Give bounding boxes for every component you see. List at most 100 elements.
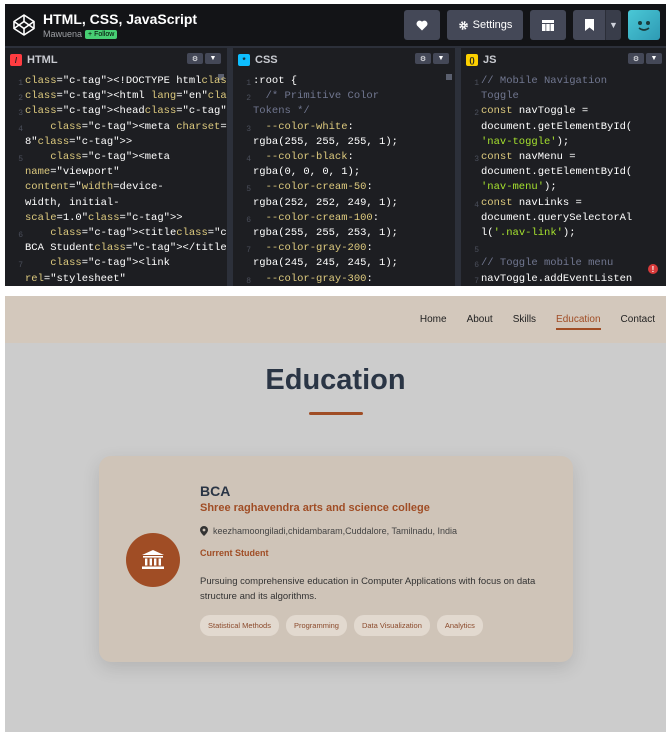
chevron-down-icon[interactable]: ▼ bbox=[205, 53, 221, 64]
css-code[interactable]: 1:root {2 /* Primitive Color Tokens */3 -… bbox=[233, 72, 455, 286]
js-editor[interactable]: () JS ⚙ ▼ 1// Mobile Navigation Toggle 2 co… bbox=[461, 46, 666, 286]
code-line: 'nav-menu'); bbox=[481, 181, 557, 194]
nav-link-education[interactable]: Education bbox=[556, 314, 602, 330]
js-icon: () bbox=[466, 54, 478, 66]
user-avatar[interactable] bbox=[628, 10, 660, 40]
html-icon: / bbox=[10, 54, 22, 66]
layout-icon bbox=[542, 19, 554, 31]
skill-tag: Analytics bbox=[436, 615, 483, 636]
line-number: 2 bbox=[246, 94, 251, 104]
code-line: const navToggle = bbox=[481, 105, 589, 118]
education-description: Pursuing comprehensive education in Comp… bbox=[200, 576, 536, 602]
bookmark-button[interactable] bbox=[573, 10, 605, 40]
codepen-header: HTML, CSS, JavaScript Mawuena + Follow S… bbox=[5, 4, 666, 46]
line-number: 7 bbox=[246, 246, 251, 256]
code-line: scale=1.0"class="c-tag">> bbox=[25, 211, 183, 224]
code-line: rgba(252, 252, 249, 1); bbox=[253, 196, 398, 209]
location-row: keezhamoongiladi,chidambaram,Cuddalore, … bbox=[200, 526, 457, 536]
code-line: width, initial- bbox=[25, 196, 120, 209]
bookmark-icon bbox=[584, 19, 594, 31]
chevron-down-icon[interactable]: ▼ bbox=[605, 10, 621, 40]
chevron-down-icon[interactable]: ▼ bbox=[433, 53, 449, 64]
section-title-underline bbox=[309, 412, 363, 415]
change-view-button[interactable] bbox=[530, 10, 566, 40]
line-number: 5 bbox=[246, 185, 251, 195]
line-number: 4 bbox=[474, 200, 479, 210]
code-line: rgba(255, 255, 255, 1); bbox=[253, 135, 398, 148]
line-number: 2 bbox=[474, 109, 479, 119]
codepen-logo-icon[interactable] bbox=[11, 12, 37, 38]
code-line: navToggle.addEventListen bbox=[481, 272, 633, 285]
line-number: 6 bbox=[474, 261, 479, 271]
skill-tag: Data Visualization bbox=[353, 615, 430, 636]
css-editor-title: CSS bbox=[255, 54, 278, 66]
code-line: :root { bbox=[253, 75, 298, 87]
code-line: Tokens */ bbox=[253, 105, 310, 118]
code-line: BCA Studentclass="c-tag"></titleclass="c… bbox=[25, 242, 227, 255]
error-icon[interactable]: ! bbox=[648, 264, 658, 274]
line-number: 5 bbox=[474, 246, 479, 256]
code-line: class="c-tag"><!DOCTYPE htmlclass="c-tag… bbox=[25, 75, 227, 87]
code-line: --color-black: bbox=[265, 151, 354, 163]
code-line: class="c-tag"><titleclass="c-tag">>P.San… bbox=[50, 227, 227, 239]
nav-link-contact[interactable]: Contact bbox=[621, 314, 655, 325]
code-line: document.querySelectorAl bbox=[481, 211, 633, 224]
code-line: l('.nav-link'); bbox=[481, 227, 576, 239]
code-line: rgba(255, 255, 253, 1); bbox=[253, 227, 398, 239]
pen-author[interactable]: Mawuena bbox=[43, 29, 82, 39]
nav-link-skills[interactable]: Skills bbox=[513, 314, 536, 325]
nav-link-home[interactable]: Home bbox=[420, 314, 447, 325]
html-editor-controls: ⚙ ▼ bbox=[187, 53, 221, 64]
line-number: 6 bbox=[246, 215, 251, 225]
pen-title-block: HTML, CSS, JavaScript Mawuena + Follow bbox=[43, 11, 197, 39]
line-number: 3 bbox=[18, 109, 23, 119]
code-line: class="c-tag"><meta charset="UTF- bbox=[50, 120, 227, 133]
code-line: document.getElementById( bbox=[481, 166, 633, 179]
save-split-button: ▼ bbox=[573, 10, 621, 40]
like-button[interactable] bbox=[404, 10, 440, 40]
nav-link-about[interactable]: About bbox=[467, 314, 493, 325]
line-number: 7 bbox=[474, 276, 479, 286]
gear-icon[interactable]: ⚙ bbox=[628, 53, 644, 64]
code-line: --color-gray-200: bbox=[265, 242, 373, 255]
status-text: Current Student bbox=[200, 548, 269, 558]
code-line: name="viewport" bbox=[25, 166, 120, 179]
line-number: 4 bbox=[246, 155, 251, 164]
editor-panels: / HTML ⚙ ▼ 1 class="c-tag"><!DOCTYPE html… bbox=[5, 46, 666, 286]
gear-icon[interactable]: ⚙ bbox=[415, 53, 431, 64]
university-icon bbox=[126, 533, 180, 587]
code-line: class="c-tag"><meta bbox=[50, 151, 170, 163]
code-line: // Toggle mobile menu bbox=[481, 257, 614, 270]
line-number: 8 bbox=[246, 276, 251, 286]
line-number: 1 bbox=[474, 79, 479, 88]
html-code[interactable]: 1class="c-tag"><!DOCTYPE htmlclass="c-ta… bbox=[5, 72, 227, 286]
map-marker-icon bbox=[200, 526, 208, 536]
code-line: 'nav-toggle'); bbox=[481, 135, 570, 148]
code-line: document.getElementById( bbox=[481, 120, 633, 133]
code-line: class="c-tag"><html lang="en"class="c-ta… bbox=[25, 90, 227, 103]
site-navbar: Home About Skills Education Contact bbox=[5, 296, 666, 343]
code-line: --color-cream-100: bbox=[265, 211, 380, 224]
skill-tag: Programming bbox=[285, 615, 347, 636]
gear-icon[interactable]: ⚙ bbox=[187, 53, 203, 64]
css-editor-controls: ⚙ ▼ bbox=[415, 53, 449, 64]
preview-frame: Home About Skills Education Contact Educ… bbox=[5, 296, 666, 732]
settings-button[interactable]: Settings bbox=[447, 10, 523, 40]
location-text: keezhamoongiladi,chidambaram,Cuddalore, … bbox=[213, 526, 457, 536]
line-number: 4 bbox=[18, 124, 23, 134]
css-editor[interactable]: * CSS ⚙ ▼ 1:root {2 /* Primitive Color To… bbox=[233, 46, 455, 286]
html-editor[interactable]: / HTML ⚙ ▼ 1 class="c-tag"><!DOCTYPE html… bbox=[5, 46, 227, 286]
follow-button[interactable]: + Follow bbox=[85, 29, 118, 39]
degree-title: BCA bbox=[200, 483, 231, 499]
pen-title[interactable]: HTML, CSS, JavaScript bbox=[43, 11, 197, 28]
js-editor-controls: ⚙ ▼ bbox=[628, 53, 662, 64]
js-code[interactable]: 1// Mobile Navigation Toggle 2 const navTog… bbox=[461, 72, 666, 286]
chevron-down-icon[interactable]: ▼ bbox=[646, 53, 662, 64]
skill-tags: Statistical Methods Programming Data Vis… bbox=[200, 615, 483, 636]
settings-label: Settings bbox=[472, 19, 513, 31]
gear-icon bbox=[458, 20, 468, 30]
code-line: // Mobile Navigation bbox=[481, 75, 608, 87]
education-card: BCA Shree raghavendra arts and science c… bbox=[99, 456, 573, 662]
css-icon: * bbox=[238, 54, 250, 66]
line-number: 3 bbox=[246, 124, 251, 134]
